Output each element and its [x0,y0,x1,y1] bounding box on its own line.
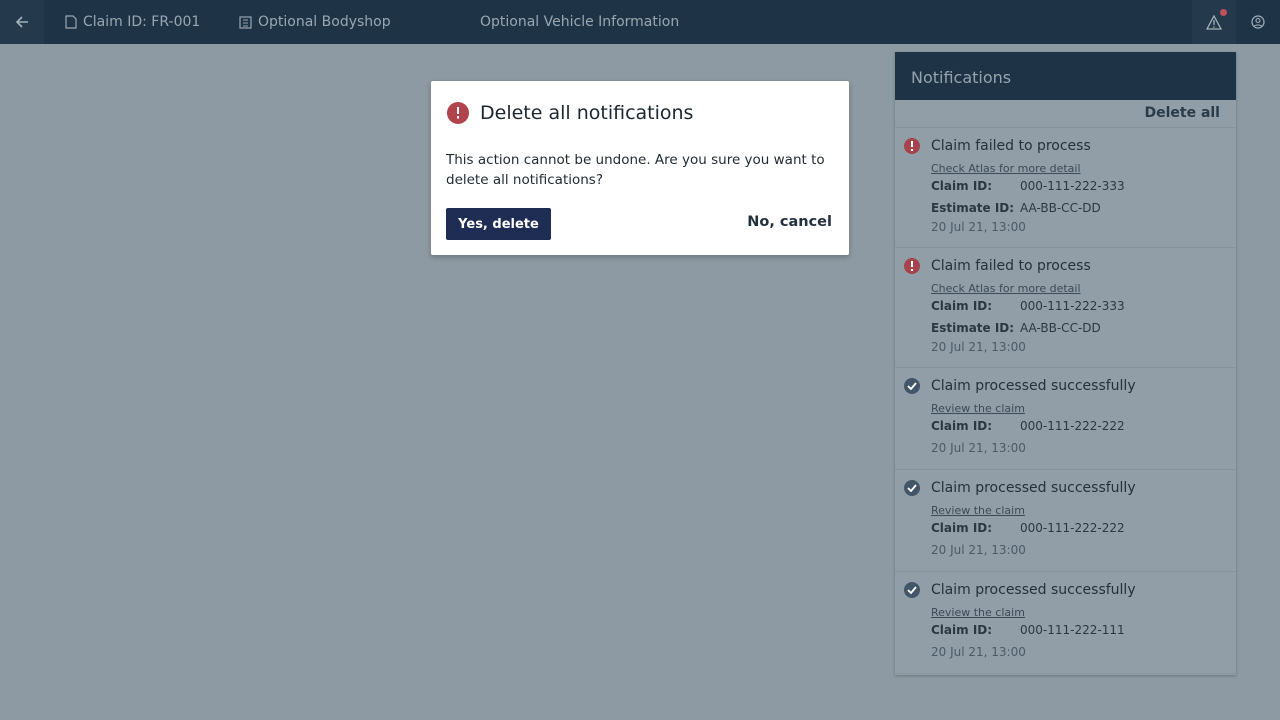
notification-title: Claim failed to process [931,138,1091,154]
check-circle-icon [904,378,920,394]
building-icon [239,15,252,29]
notification-item: Claim failed to process Check Atlas for … [895,128,1236,248]
notification-link[interactable]: Check Atlas for more detail [931,162,1081,175]
notification-title: Claim failed to process [931,258,1091,274]
error-icon [904,138,920,154]
notification-item: Claim processed successfully Review the … [895,470,1236,572]
notification-time: 20 Jul 21, 13:00 [931,220,1026,234]
warning-triangle-icon [1206,14,1222,30]
vehicle-info-item[interactable]: Optional Vehicle Information [480,0,679,44]
bodyshop-label: Optional Bodyshop [258,14,391,30]
claim-id-value: 000-111-222-333 [1020,299,1125,313]
dialog-title: Delete all notifications [480,102,694,124]
estimate-id-key: Estimate ID: [931,321,1015,335]
delete-all-button[interactable]: Delete all [1144,105,1220,121]
notifications-panel: Notifications Delete all Claim failed to… [895,52,1236,675]
document-icon [65,15,77,29]
notification-time: 20 Jul 21, 13:00 [931,543,1026,557]
arrow-left-icon [15,16,28,28]
claim-id-key: Claim ID: [931,521,993,535]
claim-id-value: 000-111-222-333 [1020,179,1125,193]
notification-title: Claim processed successfully [931,582,1136,598]
claim-id-item[interactable]: Claim ID: FR-001 [65,0,200,44]
cancel-button[interactable]: No, cancel [747,214,832,230]
claim-id-row: Claim ID: 000-111-222-222 [931,521,1125,535]
notification-title: Claim processed successfully [931,480,1136,496]
claim-id-key: Claim ID: [931,623,993,637]
notification-link[interactable]: Check Atlas for more detail [931,282,1081,295]
error-icon [904,258,920,274]
estimate-id-row: Estimate ID: AA-BB-CC-DD [931,201,1101,215]
dialog-message: This action cannot be undone. Are you su… [446,152,825,188]
notification-item: Claim failed to process Check Atlas for … [895,248,1236,368]
claim-id-key: Claim ID: [931,179,993,193]
notifications-title: Notifications [895,52,1236,100]
notification-link[interactable]: Review the claim [931,402,1025,415]
claim-id-row: Claim ID: 000-111-222-333 [931,299,1125,313]
confirm-delete-button[interactable]: Yes, delete [446,208,551,240]
claim-id-value: 000-111-222-222 [1020,419,1125,433]
notifications-toolbar: Delete all [895,100,1236,128]
estimate-id-row: Estimate ID: AA-BB-CC-DD [931,321,1101,335]
claim-id-value: 000-111-222-222 [1020,521,1125,535]
notification-title: Claim processed successfully [931,378,1136,394]
vehicle-info-label: Optional Vehicle Information [480,14,680,30]
check-circle-icon [904,582,920,598]
claim-id-row: Claim ID: 000-111-222-111 [931,623,1125,637]
estimate-id-value: AA-BB-CC-DD [1020,201,1101,215]
claim-id-key: Claim ID: [931,419,993,433]
user-menu-button[interactable] [1236,0,1280,44]
estimate-id-value: AA-BB-CC-DD [1020,321,1101,335]
claim-id-label: Claim ID: FR-001 [83,14,201,30]
notification-link[interactable]: Review the claim [931,606,1025,619]
top-bar: Claim ID: FR-001 Optional Bodyshop Optio… [0,0,1280,44]
notification-time: 20 Jul 21, 13:00 [931,441,1026,455]
alert-badge [1220,9,1227,16]
claim-id-row: Claim ID: 000-111-222-222 [931,419,1125,433]
check-circle-icon [904,480,920,496]
notification-time: 20 Jul 21, 13:00 [931,645,1026,659]
back-button[interactable] [0,0,44,44]
notification-item: Claim processed successfully Review the … [895,572,1236,674]
notification-time: 20 Jul 21, 13:00 [931,340,1026,354]
claim-id-key: Claim ID: [931,299,993,313]
bodyshop-item[interactable]: Optional Bodyshop [239,0,391,44]
alerts-button[interactable] [1192,0,1236,44]
notification-item: Claim processed successfully Review the … [895,368,1236,470]
estimate-id-key: Estimate ID: [931,201,1015,215]
error-icon [447,102,469,124]
notification-link[interactable]: Review the claim [931,504,1025,517]
delete-all-dialog: Delete all notifications This action can… [431,81,849,255]
user-circle-icon [1251,15,1265,29]
claim-id-row: Claim ID: 000-111-222-333 [931,179,1125,193]
claim-id-value: 000-111-222-111 [1020,623,1125,637]
